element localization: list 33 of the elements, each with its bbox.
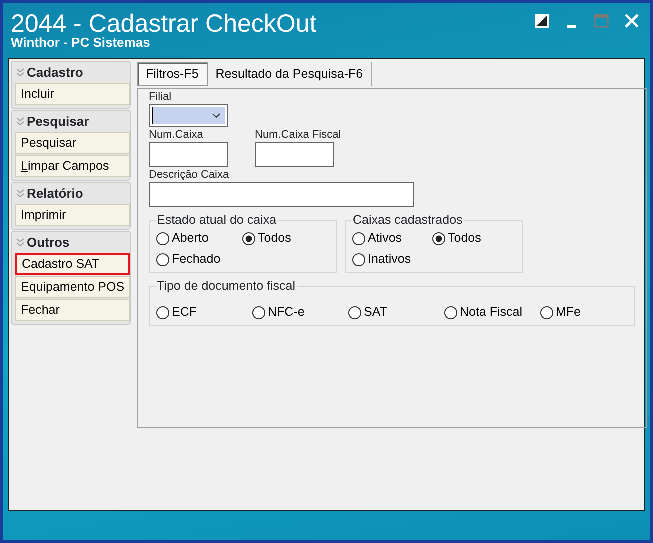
window-title: 2044 - Cadastrar CheckOut: [11, 10, 317, 38]
group-title: Outros: [27, 234, 70, 252]
sidebar-item[interactable]: Imprimir: [15, 204, 130, 226]
sidebar-item[interactable]: Incluir: [15, 83, 130, 105]
sidebar-item[interactable]: Limpar Campos: [15, 155, 130, 177]
radio-option[interactable]: Aberto: [156, 228, 242, 249]
sidebar-item[interactable]: Equipamento POS: [15, 276, 130, 298]
radio-option[interactable]: ECF: [156, 302, 252, 323]
tab[interactable]: Resultado da Pesquisa-F6: [208, 62, 372, 86]
radio-option[interactable]: NFC-e: [252, 302, 348, 323]
radio-option[interactable]: Todos: [242, 228, 328, 249]
radio-option[interactable]: SAT: [348, 302, 444, 323]
radio-option[interactable]: Ativos: [352, 228, 432, 249]
radio-option[interactable]: Fechado: [156, 249, 242, 270]
group-title: Tipo de documento fiscal: [156, 279, 297, 294]
field-label: Num.Caixa Fiscal: [255, 129, 342, 142]
sidebar-item[interactable]: Fechar: [15, 299, 130, 321]
group-title: Estado atual do caixa: [156, 213, 278, 228]
group-title: Relatório: [27, 184, 84, 203]
field-label: Descrição Caixa: [149, 169, 230, 182]
sidebar-item[interactable]: Cadastro SAT: [15, 253, 130, 275]
tab[interactable]: Filtros-F5: [137, 62, 208, 86]
group-title: Caixas cadastrados: [352, 213, 464, 228]
group-title: Cadastro: [27, 64, 84, 82]
sidebar-item[interactable]: Pesquisar: [15, 132, 130, 154]
group-title: Pesquisar: [27, 112, 90, 131]
radio-option[interactable]: Nota Fiscal: [444, 302, 540, 323]
radio-option[interactable]: Todos: [432, 228, 512, 249]
radio-option[interactable]: MFe: [540, 302, 581, 323]
window-subtitle: Winthor - PC Sistemas: [11, 36, 152, 50]
field-label: Filial: [149, 91, 173, 104]
radio-option[interactable]: Inativos: [352, 249, 432, 270]
field-label: Num.Caixa: [149, 129, 204, 142]
